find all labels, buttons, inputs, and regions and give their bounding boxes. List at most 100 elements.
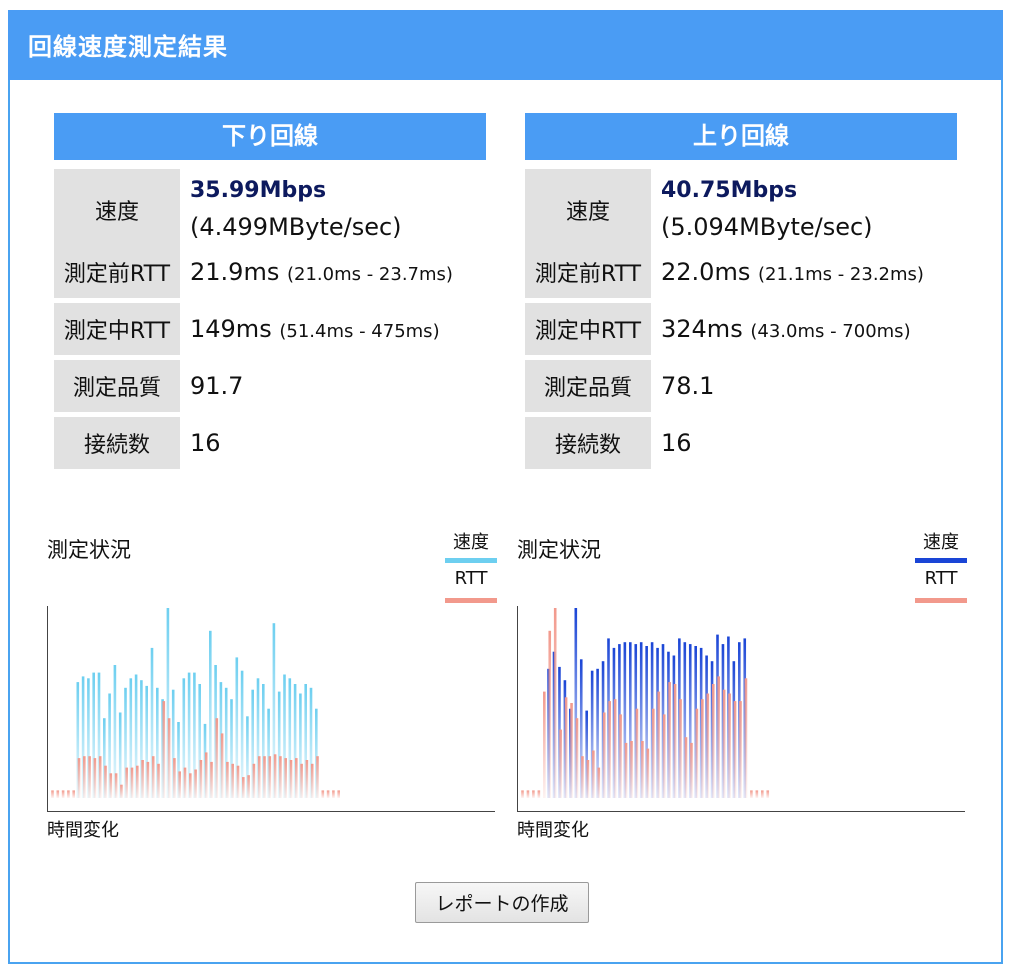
upload-rtt-bar (739, 701, 742, 798)
download-speed-value-block: 35.99Mbps (4.499MByte/sec) (190, 173, 402, 245)
upload-rtt-bar (690, 742, 693, 798)
download-rtt-bar (88, 756, 91, 798)
download-rtt-during-value-block: 149ms (51.4ms - 475ms) (190, 303, 440, 358)
upload-rtt-bar (548, 630, 552, 798)
download-rtt-bar (104, 765, 107, 798)
page-header: 回線速度測定結果 (8, 10, 1003, 80)
upload-speed-value-block: 40.75Mbps (5.094MByte/sec) (661, 173, 873, 245)
upload-rtt-bar (657, 691, 661, 798)
upload-rtt-bar (701, 699, 704, 798)
upload-rtt-bar (641, 741, 644, 798)
upload-rtt-before-range: (21.1ms - 23.2ms) (757, 264, 924, 285)
download-rtt-bar (157, 763, 160, 798)
download-rtt-bar (310, 763, 314, 798)
upload-rtt-bar (608, 701, 611, 798)
download-rtt-during-value: 149ms (190, 315, 272, 343)
download-rtt-during-label: 測定中RTT (54, 303, 180, 355)
download-legend-speed-swatch (445, 558, 497, 563)
upload-rtt-bar (537, 790, 541, 798)
download-rtt-bar (141, 760, 144, 798)
upload-rtt-bar (570, 703, 573, 798)
upload-rtt-before-value-block: 22.0ms (21.1ms - 23.2ms) (661, 246, 924, 301)
upload-rtt-bar (597, 767, 601, 798)
download-rtt-bar (120, 784, 123, 798)
download-legend-rtt-swatch (445, 598, 497, 603)
download-speed-value: 35.99Mbps (190, 178, 327, 203)
download-rtt-bar (204, 752, 208, 798)
upload-connections-value: 16 (661, 429, 692, 457)
download-rtt-bar (199, 760, 203, 798)
upload-quality-label: 測定品質 (525, 360, 651, 412)
upload-quality-row: 測定品質 78.1 (525, 360, 957, 412)
upload-rtt-bar (722, 689, 726, 798)
upload-rtt-bar (766, 790, 770, 798)
download-rtt-bar (136, 765, 139, 798)
download-rtt-before-row: 測定前RTT 21.9ms (21.0ms - 23.7ms) (54, 246, 486, 298)
upload-rtt-before-label: 測定前RTT (525, 246, 651, 298)
download-rtt-bar (109, 773, 113, 798)
download-rtt-bar (231, 763, 234, 798)
download-quality-row: 測定品質 91.7 (54, 360, 486, 412)
download-connections-label: 接続数 (54, 417, 180, 469)
download-rtt-bar (83, 756, 86, 798)
download-rtt-bar (77, 758, 81, 798)
download-rtt-bar (295, 758, 298, 798)
download-rtt-bar (242, 777, 245, 798)
download-legend-speed: 速度 (453, 532, 489, 553)
upload-rtt-bar (630, 741, 633, 798)
upload-rtt-bar (711, 684, 715, 798)
upload-speed-label: 速度 (525, 169, 651, 251)
download-rtt-before-label: 測定前RTT (54, 246, 180, 298)
download-rtt-bar (316, 756, 319, 798)
download-rtt-bar (257, 756, 261, 798)
download-rtt-bar (305, 760, 309, 798)
upload-legend-speed-swatch (915, 558, 967, 563)
upload-rtt-bar (695, 708, 699, 798)
upload-quality-value: 78.1 (661, 372, 715, 400)
upload-rtt-bar (684, 737, 688, 798)
download-chart-title: 測定状況 (47, 538, 131, 562)
upload-rtt-bar (592, 750, 595, 798)
download-rtt-bar (173, 758, 176, 798)
upload-chart-xlabel: 時間変化 (517, 820, 589, 841)
download-rtt-bar (337, 790, 340, 798)
download-rtt-bar (56, 790, 60, 798)
upload-rtt-during-value: 324ms (661, 315, 743, 343)
download-quality-label: 測定品質 (54, 360, 180, 412)
upload-rtt-bar (564, 697, 568, 798)
upload-rtt-bar (673, 684, 677, 798)
upload-rtt-bar (559, 729, 562, 798)
upload-panel: 上り回線 速度 40.75Mbps (5.094MByte/sec) 測定前RT… (525, 113, 957, 469)
upload-chart-title: 測定状況 (517, 538, 601, 562)
download-rtt-bar (194, 769, 197, 798)
upload-connections-label: 接続数 (525, 417, 651, 469)
upload-legend-rtt: RTT (924, 568, 958, 589)
upload-rtt-bar (646, 748, 650, 798)
download-panel: 下り回線 速度 35.99Mbps (4.499MByte/sec) 測定前RT… (54, 113, 486, 469)
upload-legend-speed: 速度 (923, 532, 959, 553)
download-chart-xlabel: 時間変化 (47, 820, 119, 841)
download-rtt-bar (146, 761, 150, 798)
download-rtt-bar (162, 701, 166, 798)
download-rtt-bar (125, 767, 128, 798)
download-rtt-bar (284, 758, 287, 798)
download-rtt-bar (215, 718, 219, 798)
create-report-button[interactable]: レポートの作成 (415, 882, 589, 923)
download-rtt-bar (210, 761, 213, 798)
upload-rtt-bar (586, 760, 590, 798)
download-rtt-bar (273, 754, 277, 798)
upload-heading: 上り回線 (525, 113, 957, 160)
download-rtt-before-value: 21.9ms (190, 258, 280, 286)
download-chart-plot (47, 606, 495, 812)
download-connections-row: 接続数 16 (54, 417, 486, 469)
download-rtt-bar (332, 790, 335, 798)
download-rtt-bar (220, 733, 224, 798)
download-rtt-during-range: (51.4ms - 475ms) (279, 321, 440, 342)
upload-legend-rtt-swatch (915, 598, 967, 603)
upload-rtt-bar (581, 756, 584, 798)
download-speed-label: 速度 (54, 169, 180, 251)
upload-rtt-bar (543, 691, 546, 798)
download-rtt-bar (130, 767, 134, 798)
download-rtt-bar (167, 718, 171, 798)
upload-rtt-bar (532, 790, 535, 798)
